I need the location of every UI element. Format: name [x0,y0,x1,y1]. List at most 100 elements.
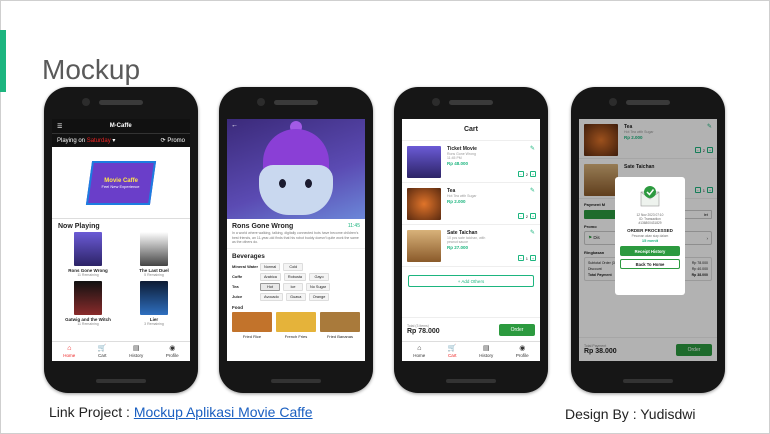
plus-button[interactable]: + [530,213,536,219]
option-chip[interactable]: Guava [285,292,306,301]
beverage-row: Mineral Water Normal Cold [227,262,365,272]
cart-item-image [407,146,441,178]
accent-bar [0,30,6,92]
movie-poster [140,281,168,315]
cart-total-bar: Total (3 items) Rp 78.000 Order [402,317,540,341]
option-chip[interactable]: Orange [308,292,330,301]
quantity-stepper: − 2 + [517,171,536,177]
nav-history[interactable]: ▤ History [129,345,143,358]
minus-button[interactable]: − [517,255,524,261]
option-chip[interactable]: Hot [260,282,280,291]
quantity-stepper: − 2 + [517,213,536,219]
order-screen: Tea Hot Tea with Sugar Rp 2.000 ✎ − 2 + … [579,119,717,361]
minus-button[interactable]: − [517,171,524,177]
history-icon: ▤ [482,345,490,352]
showtime: 11:45 [347,223,360,229]
plus-button[interactable]: + [530,171,536,177]
food-heading: Food [232,304,243,310]
option-chip[interactable]: Arabica [260,272,281,281]
nav-history[interactable]: ▤ History [479,345,493,358]
cart-item: Ticket Movie Rons Gone Wrong 11:45 PM Rp… [402,141,540,183]
quantity-value: 1 [525,255,528,261]
food-image [232,311,272,332]
history-icon: ▤ [132,345,140,352]
movie-hero-image: ← [227,119,365,219]
minus-button[interactable]: − [517,213,524,219]
profile-icon: ◉ [169,345,176,352]
option-chip[interactable]: Avocado [260,292,283,301]
back-to-home-button[interactable]: Back To Home [620,259,680,269]
option-chip[interactable]: No Sugar [306,282,331,291]
cart-item-desc: peanut sauce [447,240,469,244]
option-chip[interactable]: Robusta [283,272,307,281]
cart-item-image [407,230,441,262]
movie-card[interactable]: Rons Gone Wrong 11 Remaining [58,232,118,277]
promo-link[interactable]: ⟳ Promo [161,137,185,144]
phone-chin [446,379,496,383]
movie-remaining: 11 Remaining [77,273,99,277]
camera-icon [432,98,440,106]
nav-cart[interactable]: 🛒 Cart [98,345,107,358]
promo-banner[interactable]: Movie Caffe Feel New Experience [52,147,190,219]
nav-profile[interactable]: ◉ Profile [166,345,179,358]
movie-card[interactable]: The Last Duel 5 Remaining [124,232,184,277]
playing-on-bar: Playing on Saturday ▾ ⟳ Promo [52,133,190,147]
plus-button[interactable]: + [530,255,536,261]
cart-title: Cart [402,119,540,141]
banner-subtitle: Feel New Experience [101,183,140,188]
cart-item-desc: 11:45 PM [447,156,462,160]
phone-order-mockup: Tea Hot Tea with Sugar Rp 2.000 ✎ − 2 + … [571,87,725,393]
movie-title: Rons Gone Wrong 11:45 [232,223,360,230]
option-chip[interactable]: Cold [283,262,304,271]
home-app-bar: ☰ M-Caffe [52,119,190,133]
check-receipt-icon [637,184,663,210]
option-chip[interactable]: Gayo [309,272,330,281]
phone-cart-mockup: Cart Ticket Movie Rons Gone Wrong 11:45 … [394,87,548,393]
playing-on-text[interactable]: Playing on Saturday ▾ [57,137,115,144]
nav-home[interactable]: ⌂ Home [413,345,425,358]
movie-remaining: 5 Remaining [144,273,164,277]
back-arrow-icon[interactable]: ← [231,122,238,129]
designer-credit: Design By : Yudisdwi [565,406,696,422]
edit-icon[interactable]: ✎ [530,145,535,152]
option-chip[interactable]: Normal [260,262,281,271]
nav-cart[interactable]: 🛒 Cart [448,345,457,358]
detail-screen: ← Rons Gone Wrong 11:45 In a world where… [227,119,365,361]
cart-screen: Cart Ticket Movie Rons Gone Wrong 11:45 … [402,119,540,361]
home-screen: ☰ M-Caffe Playing on Saturday ▾ ⟳ Promo … [52,119,190,361]
home-icon: ⌂ [67,345,72,352]
cart-icon: 🛒 [97,345,107,352]
nav-home[interactable]: ⌂ Home [63,345,75,358]
quantity-stepper: − 1 + [517,255,536,261]
phone-home-mockup: ☰ M-Caffe Playing on Saturday ▾ ⟳ Promo … [44,87,198,393]
banner-title: Movie Caffe [104,177,139,183]
food-item[interactable]: French Fries [276,311,316,339]
speaker-grille [274,100,318,105]
nav-profile[interactable]: ◉ Profile [516,345,529,358]
order-button[interactable]: Order [499,323,535,336]
quantity-value: 2 [525,213,528,219]
total-amount: Rp 78.000 [407,328,440,335]
order-processed-modal: 12 Nov 2023 07:10 ID: Transaction #13680… [615,177,685,295]
phone-chin [96,379,146,383]
movie-card[interactable]: Gatwig and the Witch 11 Remaining [58,281,118,326]
bottom-nav: ⌂ Home 🛒 Cart ▤ History ◉ Profile [402,341,540,361]
movie-grid: Rons Gone Wrong 11 Remaining The Last Du… [52,232,190,326]
wait-minutes: 15 menit [641,238,659,243]
quantity-value: 2 [525,171,528,177]
cart-item-desc: Hot Tea with Sugar [447,194,477,198]
project-link[interactable]: Mockup Aplikasi Movie Caffe [134,404,313,420]
food-item[interactable]: Fried Rice [232,311,272,339]
movie-description: In a world where walking, talking, digit… [232,231,359,244]
edit-icon[interactable]: ✎ [530,229,535,236]
menu-icon[interactable]: ☰ [57,123,62,130]
add-others-button[interactable]: + Add Others [408,275,534,287]
beverage-row: Juice Avocado Guava Orange [227,292,365,302]
movie-card[interactable]: Lier 3 Remaining [124,281,184,326]
phone-chin [271,379,321,383]
receipt-history-button[interactable]: Receipt History [620,246,680,256]
option-chip[interactable]: Ice [283,282,303,291]
edit-icon[interactable]: ✎ [530,187,535,194]
food-item[interactable]: Fried Bananas [320,311,360,339]
cart-item-price: Rp 48.000 [447,161,469,166]
